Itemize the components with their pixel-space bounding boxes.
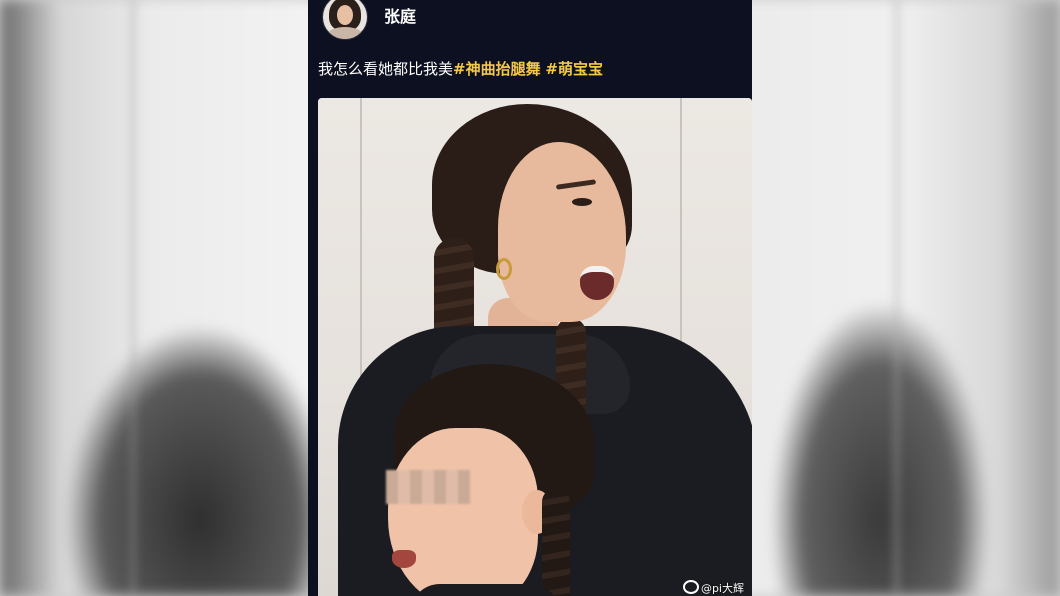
child-mouth — [392, 550, 416, 568]
child-shirt — [410, 584, 560, 596]
child-face — [388, 428, 538, 596]
child-braid — [542, 488, 570, 596]
screenshot-canvas: 张庭 我怎么看她都比我美#神曲抬腿舞 #萌宝宝 @pi大辉 — [0, 0, 1060, 596]
user-avatar-icon[interactable] — [322, 0, 368, 40]
caption-text: 我怎么看她都比我美 — [318, 60, 454, 78]
woman-mouth — [580, 266, 614, 300]
hashtag-link[interactable]: #神曲抬腿舞 — [453, 60, 541, 78]
video-player[interactable]: @pi大辉 — [318, 98, 752, 596]
post-caption: 我怎么看她都比我美#神曲抬腿舞 #萌宝宝 — [318, 58, 603, 79]
avatar-face — [337, 5, 353, 25]
social-post-card: 张庭 我怎么看她都比我美#神曲抬腿舞 #萌宝宝 @pi大辉 — [308, 0, 752, 596]
hashtag-link[interactable]: #萌宝宝 — [545, 60, 603, 78]
weibo-watermark: @pi大辉 — [682, 580, 744, 596]
avatar-shoulder — [327, 27, 363, 39]
earring-icon — [496, 258, 512, 280]
weibo-logo-icon — [682, 580, 699, 594]
face-mosaic-blur — [386, 470, 470, 504]
watermark-text: @pi大辉 — [700, 582, 744, 595]
woman-eye — [572, 198, 592, 206]
post-header: 张庭 — [308, 0, 752, 40]
username[interactable]: 张庭 — [384, 3, 416, 27]
